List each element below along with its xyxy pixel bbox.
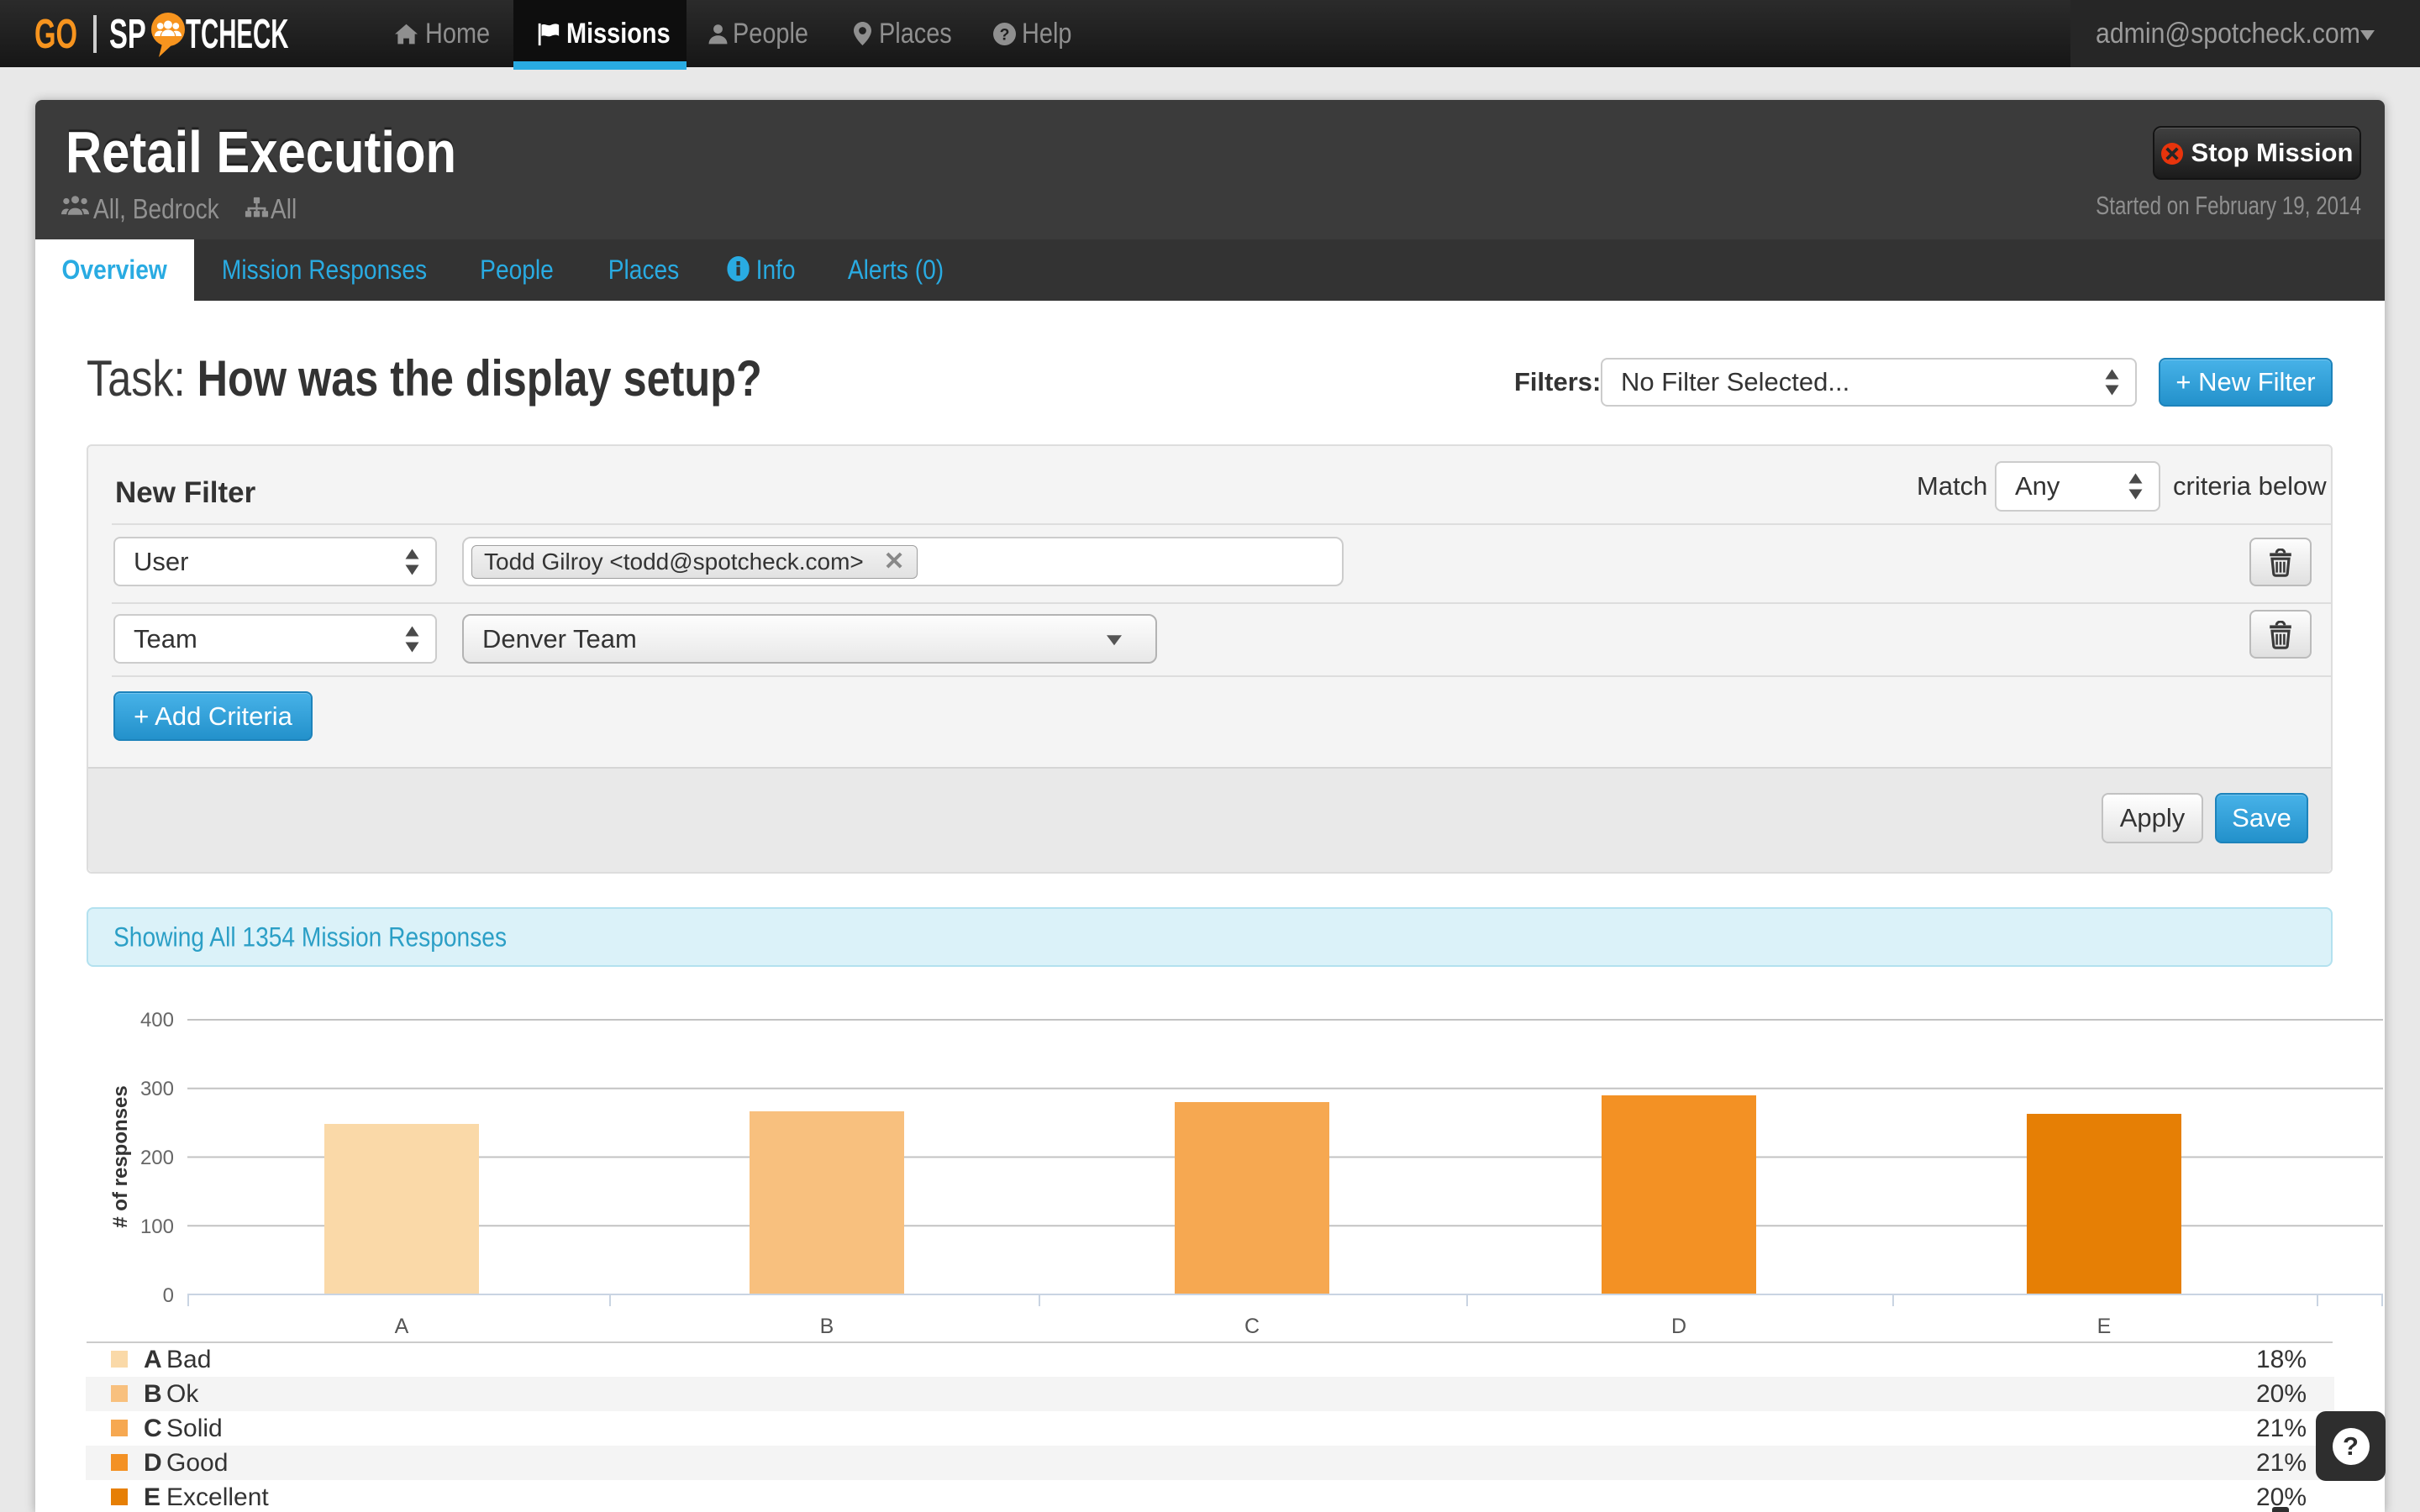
svg-text:200: 200 [140, 1147, 174, 1169]
svg-text:E: E [2097, 1315, 2112, 1338]
svg-text:100: 100 [140, 1215, 174, 1238]
svg-text:# of responses: # of responses [109, 1085, 132, 1227]
svg-text:400: 400 [140, 1009, 174, 1032]
svg-text:A: A [395, 1315, 409, 1338]
svg-text:0: 0 [163, 1284, 174, 1307]
svg-text:C: C [1244, 1315, 1260, 1338]
svg-text:B: B [820, 1315, 834, 1338]
svg-text:300: 300 [140, 1078, 174, 1100]
svg-text:D: D [1671, 1315, 1686, 1338]
svg-text:?: ? [1000, 26, 1010, 45]
